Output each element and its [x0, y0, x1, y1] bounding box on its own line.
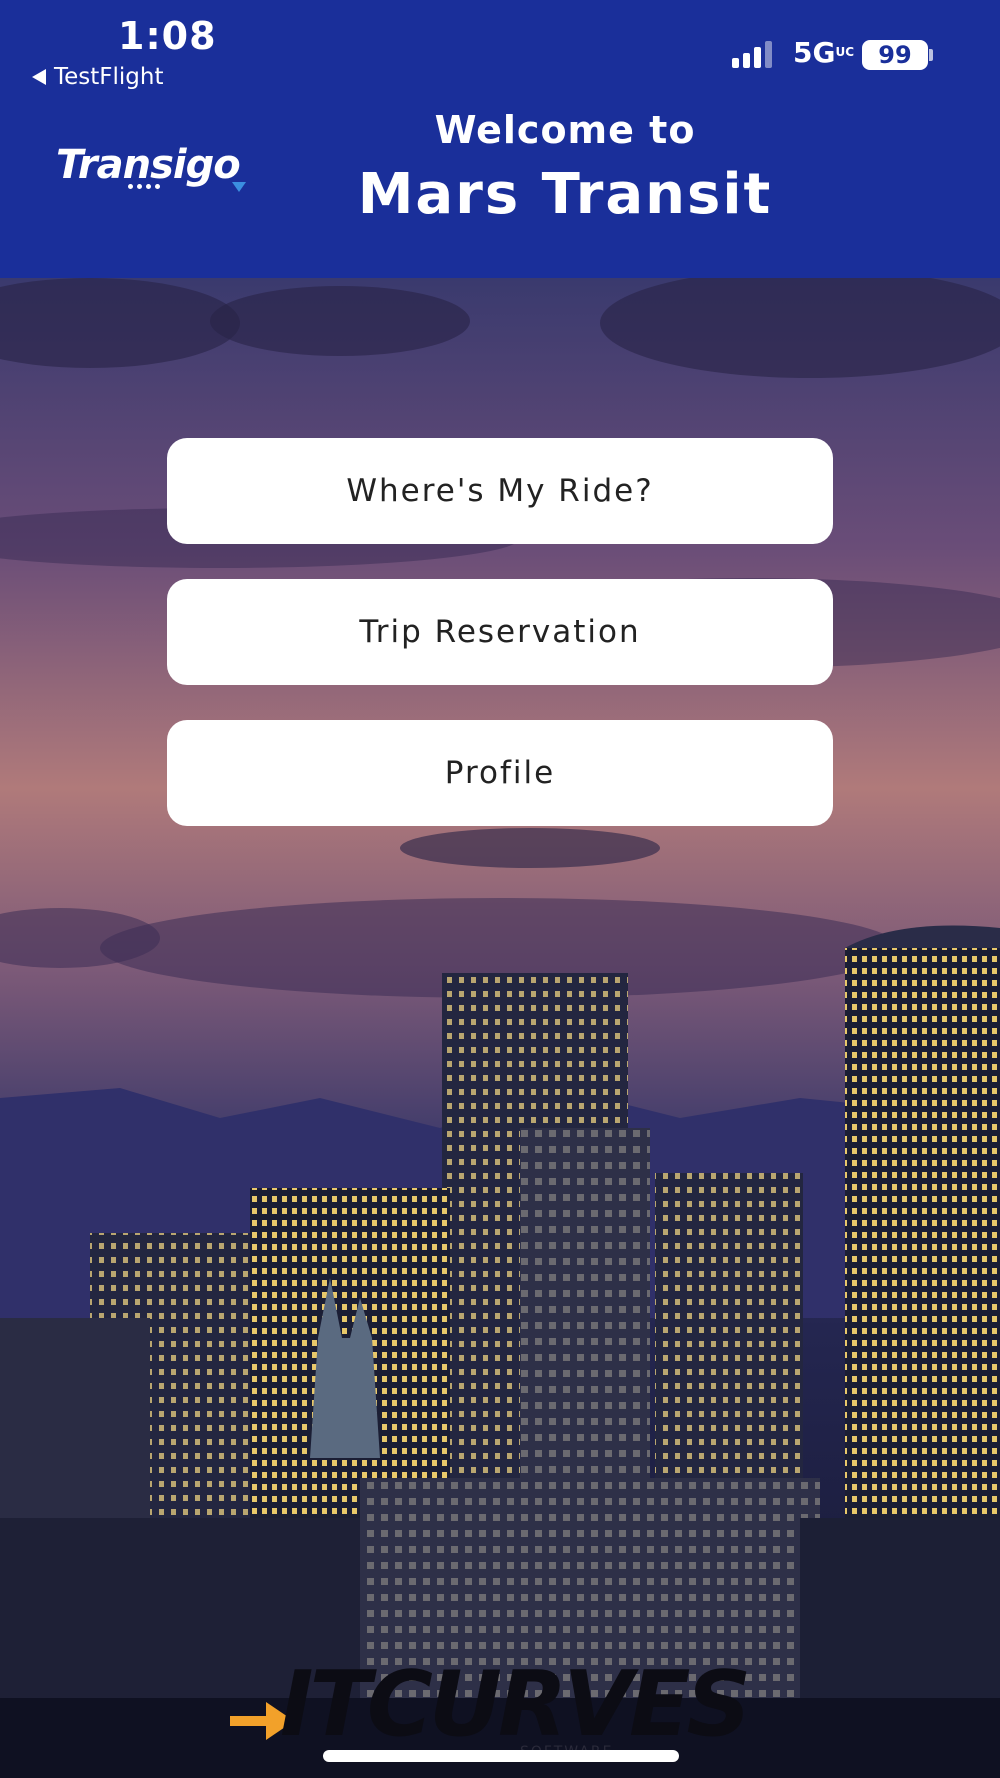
- battery-cap: [929, 49, 933, 61]
- home-indicator[interactable]: [323, 1750, 679, 1762]
- app-header: 1:08 TestFlight 5GUC 99 Transigo Welcome…: [0, 0, 1000, 278]
- network-label: 5GUC: [793, 36, 854, 69]
- app-title: Mars Transit: [357, 162, 773, 227]
- wheres-my-ride-button[interactable]: Where's My Ride?: [167, 438, 833, 544]
- status-bar: 1:08 TestFlight 5GUC 99: [0, 0, 1000, 100]
- welcome-text: Welcome to: [434, 108, 696, 152]
- city-skyline: [0, 925, 1000, 1778]
- back-to-testflight-link[interactable]: TestFlight: [32, 64, 164, 90]
- profile-button[interactable]: Profile: [167, 720, 833, 826]
- trip-reservation-button[interactable]: Trip Reservation: [167, 579, 833, 685]
- transigo-logo: Transigo: [56, 142, 256, 192]
- footer-brand: ITCURVES: [280, 1652, 751, 1757]
- back-label: TestFlight: [54, 64, 164, 90]
- network-type: 5G: [793, 36, 836, 69]
- logo-pin-icon: [232, 182, 246, 192]
- back-arrow-icon: [32, 69, 46, 85]
- logo-text: Transigo: [56, 142, 241, 188]
- itcurves-logo: ITCURVES SOFTWARE: [210, 1652, 800, 1760]
- battery-icon: 99: [862, 40, 928, 70]
- network-suffix: UC: [835, 45, 855, 59]
- status-time: 1:08: [118, 14, 217, 58]
- logo-dots: [128, 184, 160, 189]
- battery-level: 99: [878, 41, 912, 69]
- signal-icon: [732, 41, 772, 68]
